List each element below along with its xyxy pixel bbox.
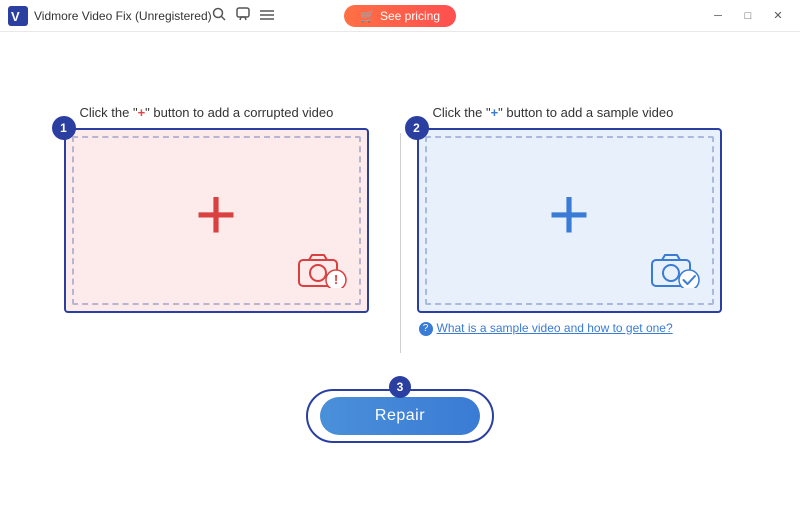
pricing-button[interactable]: 🛒 See pricing [344,5,456,27]
chat-icon[interactable] [236,7,250,24]
panel-divider [400,133,401,353]
add-sample-video-button[interactable]: + [417,128,722,313]
repair-button[interactable]: Repair [320,397,480,435]
window-controls: ─ □ ✕ [704,6,792,26]
main-content: Click the "+" button to add a corrupted … [0,32,800,515]
sample-camera-icon [648,250,700,293]
left-instruction: Click the "+" button to add a corrupted … [64,105,334,120]
right-plus-highlight: + [491,105,499,120]
panels-row: Click the "+" button to add a corrupted … [20,105,780,353]
badge-3: 3 [389,376,411,398]
close-button[interactable]: ✕ [764,6,792,26]
app-logo-icon: V [8,6,28,26]
svg-text:!: ! [333,272,337,287]
search-icon[interactable] [212,7,226,24]
sample-video-help-link[interactable]: ? What is a sample video and how to get … [417,321,673,336]
minimize-button[interactable]: ─ [704,6,732,26]
cart-icon: 🛒 [360,9,375,23]
left-plus-highlight: + [138,105,146,120]
sample-video-help-text: What is a sample video and how to get on… [437,321,673,335]
repair-row: 3 Repair [306,389,494,443]
left-panel-container: 1 + [64,128,369,313]
right-panel-container: 2 + [417,128,722,313]
badge-1: 1 [52,116,76,140]
pricing-label: See pricing [380,9,440,23]
badge-2: 2 [405,116,429,140]
maximize-button[interactable]: □ [734,6,762,26]
app-logo: V Vidmore Video Fix (Unregistered) [8,6,212,26]
add-corrupted-video-button[interactable]: + ! [64,128,369,313]
right-plus-icon: + [548,179,590,251]
corrupted-camera-icon: ! [295,250,347,293]
app-title: Vidmore Video Fix (Unregistered) [34,9,212,23]
toolbar-icons [212,7,274,24]
titlebar: V Vidmore Video Fix (Unregistered) 🛒 See… [0,0,800,32]
svg-text:V: V [11,9,20,24]
sample-video-panel: Click the "+" button to add a sample vid… [417,105,737,336]
menu-icon[interactable] [260,8,274,24]
left-plus-icon: + [195,179,237,251]
corrupted-video-panel: Click the "+" button to add a corrupted … [64,105,384,313]
question-badge-icon: ? [419,322,433,336]
right-instruction: Click the "+" button to add a sample vid… [417,105,674,120]
